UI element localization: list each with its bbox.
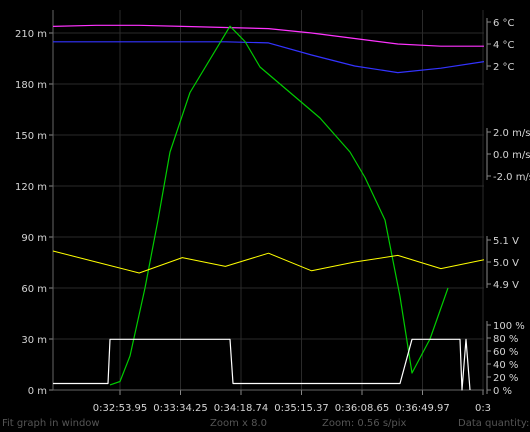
zoom-rate-label: Zoom: 0.56 s/pix	[322, 418, 407, 429]
percent-tick-label: 0 %	[493, 386, 512, 397]
time-tick-label: 0:34:18.74	[214, 403, 268, 414]
time-tick-label: 0:33:34.25	[153, 403, 207, 414]
percent-tick-label: 100 %	[493, 321, 525, 332]
fit-graph-button[interactable]: Fit graph in window	[2, 418, 100, 429]
status-bar: Fit graph in window Zoom x 8.0 Zoom: 0.5…	[0, 416, 530, 432]
depth-tick-label: 150 m	[15, 131, 47, 142]
temperature-tick-label: 4 °C	[493, 40, 515, 51]
speed-tick-label: -2.0 m/s	[493, 172, 530, 183]
depth-tick-label: 90 m	[21, 233, 47, 244]
percent-tick-label: 40 %	[493, 360, 518, 371]
depth-tick-label: 30 m	[21, 335, 47, 346]
percent-tick-label: 20 %	[493, 373, 518, 384]
time-tick-label: 0:3	[475, 403, 491, 414]
speed-tick-label: 2.0 m/s	[493, 128, 530, 139]
voltage-tick-label: 5.1 V	[493, 236, 519, 247]
zoom-label: Zoom x 8.0	[210, 418, 268, 429]
voltage-series	[52, 250, 485, 274]
temperature-series-blue	[53, 41, 485, 74]
gridlines	[49, 10, 491, 395]
temperature-tick-label: 2 °C	[493, 62, 515, 73]
time-tick-label: 0:36:49.97	[395, 403, 449, 414]
depth-tick-label: 180 m	[15, 80, 47, 91]
voltage-tick-label: 4.9 V	[493, 280, 519, 291]
depth-series	[109, 25, 449, 386]
depth-tick-label: 120 m	[15, 182, 47, 193]
data-quantity-label: Data quantity:	[458, 418, 530, 429]
percent-tick-label: 80 %	[493, 334, 518, 345]
speed-tick-label: 0.0 m/s	[493, 150, 530, 161]
time-tick-label: 0:36:08.65	[335, 403, 389, 414]
depth-tick-label: 210 m	[15, 29, 47, 40]
dive-log-chart: 210 m 180 m 150 m 120 m 90 m 60 m 30 m 0 m 0:32:…	[15, 10, 530, 414]
time-tick-label: 0:32:53.95	[93, 403, 147, 414]
voltage-tick-label: 5.0 V	[493, 258, 519, 269]
depth-tick-label: 0 m	[28, 386, 47, 397]
depth-tick-label: 60 m	[21, 284, 47, 295]
percent-tick-label: 60 %	[493, 347, 518, 358]
temperature-tick-label: 6 °C	[493, 18, 515, 29]
time-tick-label: 0:35:15.37	[274, 403, 328, 414]
